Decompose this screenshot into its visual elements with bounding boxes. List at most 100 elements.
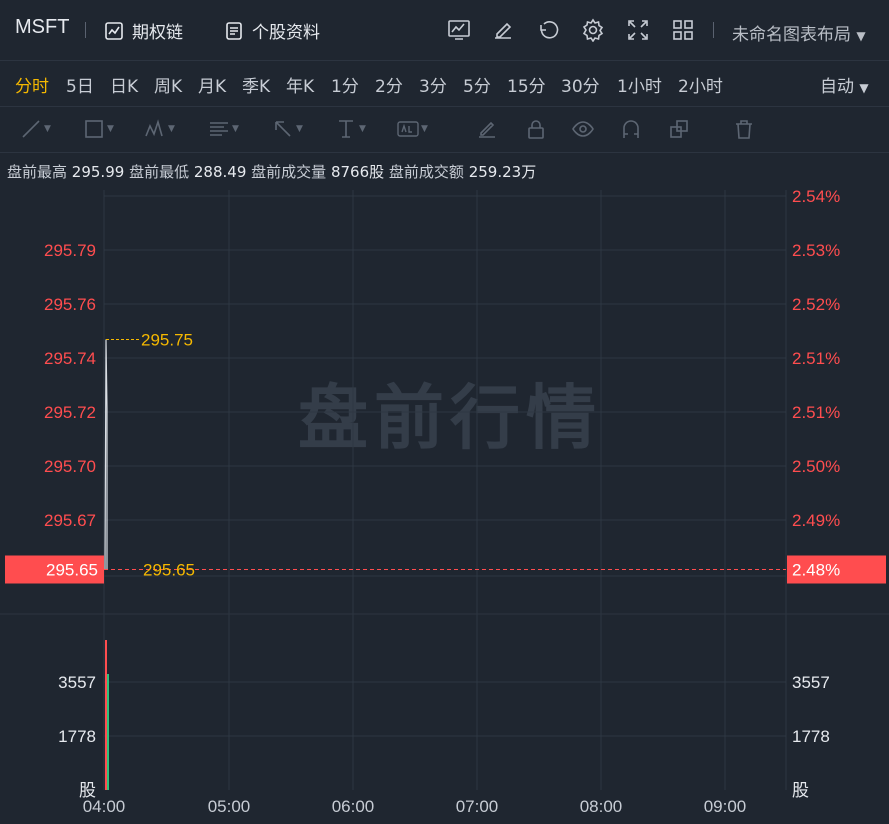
delete-tool[interactable] [733,117,755,141]
period-tab-intraday[interactable]: 分时 [15,72,49,97]
chart-indicator-icon[interactable] [447,18,471,42]
period-tab-5d[interactable]: 5日 [66,72,94,97]
caret-down-icon: ▼ [232,124,239,134]
divider [713,22,714,38]
premarket-volume-value: 8766股 [330,163,385,181]
caret-down-icon: ▼ [856,29,866,43]
volume-bar [107,674,109,790]
caret-down-icon: ▼ [359,124,366,134]
period-tab-2m[interactable]: 2分 [375,72,403,97]
percent-tick-label: 2.54% [792,187,840,206]
current-percent-value: 2.48% [792,561,840,580]
lock-tool[interactable] [525,117,547,141]
price-line [104,339,108,570]
period-tab-month[interactable]: 月K [198,72,226,97]
fibonacci-tool[interactable]: ▼ [208,117,239,141]
volume-tick-label-right: 3557 [792,673,830,692]
drawing-toolbar: ▼ ▼ ▼ ▼ ▼ ▼ ▼ [0,107,889,153]
arrow-tool[interactable]: ▼ [272,117,303,141]
settings-icon[interactable] [581,18,605,42]
measure-tool[interactable]: ▼ [335,117,366,141]
premarket-amount-value: 259.23万 [468,163,537,181]
text-tool[interactable]: ▼ [397,117,428,141]
period-tab-3m[interactable]: 3分 [419,72,447,97]
caret-down-icon: ▼ [421,124,428,134]
chart-layout-label: 未命名图表布局 [732,25,851,45]
auto-scale-select[interactable]: 自动 ▼ [820,72,869,97]
visibility-tool[interactable] [572,117,594,141]
rectangle-tool[interactable]: ▼ [83,117,114,141]
rectangle-icon [85,120,103,138]
trend-line-tool[interactable]: ▼ [20,117,51,141]
volume-tick-label: 1778 [58,727,96,746]
edit-icon[interactable] [491,18,515,42]
wave-icon [145,119,163,137]
stock-profile-button[interactable]: 个股资料 [224,18,320,43]
document-icon [226,21,242,40]
price-tick-label: 295.76 [44,295,96,314]
period-tab-30m[interactable]: 30分 [561,72,600,97]
trash-icon [736,120,752,139]
eye-icon [572,121,594,137]
price-tick-label: 295.67 [44,511,96,530]
period-tab-2h[interactable]: 2小时 [678,72,723,97]
time-tick-label: 05:00 [208,797,251,816]
time-tick-label: 06:00 [332,797,375,816]
premarket-low-value: 288.49 [193,163,247,181]
period-tab-year[interactable]: 年K [286,72,314,97]
volume-tick-label: 3557 [58,673,96,692]
arrow-icon [275,121,291,137]
wave-tool[interactable]: ▼ [144,117,175,141]
auto-scale-label: 自动 [820,77,854,97]
stock-profile-label: 个股资料 [252,23,320,43]
percent-tick-label: 2.50% [792,457,840,476]
intraday-chart[interactable]: 295.79 295.76 295.74 295.72 295.70 295.67 2.54… [0,186,889,824]
option-chain-icon [105,21,123,40]
period-tab-5m[interactable]: 5分 [463,72,491,97]
percent-tick-label: 2.49% [792,511,840,530]
option-chain-button[interactable]: 期权链 [104,18,183,43]
period-tab-15m[interactable]: 15分 [507,72,546,97]
lock-icon [528,120,544,139]
magnet-tool[interactable] [620,117,642,141]
period-bar: 分时 5日 日K 周K 月K 季K 年K 1分 2分 3分 5分 15分 30分… [0,60,889,107]
magnet-icon [623,120,639,138]
time-tick-label: 07:00 [456,797,499,816]
period-tab-week[interactable]: 周K [154,72,182,97]
min-price-marker: 295.65 [143,561,195,580]
divider [85,22,86,38]
period-tab-1h[interactable]: 1小时 [617,72,662,97]
fibonacci-icon [210,122,228,136]
period-tab-day[interactable]: 日K [110,72,138,97]
stock-symbol[interactable]: MSFT [15,16,69,39]
option-chain-label: 期权链 [132,23,183,43]
premarket-high-value: 295.99 [71,163,125,181]
caret-down-icon: ▼ [168,124,175,134]
price-tick-label: 295.74 [44,349,96,368]
premarket-info-bar: 盘前最高 295.99 盘前最低 288.49 盘前成交量 8766股 盘前成交… [7,161,536,182]
premarket-high-label: 盘前最高 [7,163,68,181]
chart-layout-select[interactable]: 未命名图表布局 ▼ [732,20,866,45]
premarket-low-label: 盘前最低 [129,163,190,181]
text-box-icon [397,121,419,137]
caret-down-icon: ▼ [44,124,51,134]
premarket-amount-label: 盘前成交额 [388,163,464,181]
copy-icon [670,120,688,138]
caret-down-icon: ▼ [859,81,869,95]
volume-tick-label-right: 1778 [792,727,830,746]
brush-tool[interactable] [476,117,498,141]
fullscreen-icon[interactable] [626,18,650,42]
undo-icon[interactable] [536,18,560,42]
time-tick-label: 08:00 [580,797,623,816]
clone-tool[interactable] [668,117,690,141]
percent-tick-label: 2.53% [792,241,840,260]
period-tab-1m[interactable]: 1分 [331,72,359,97]
volume-unit-label-right: 股 [792,781,809,800]
caret-down-icon: ▼ [296,124,303,134]
trend-line-icon [22,120,40,138]
premarket-volume-label: 盘前成交量 [251,163,327,181]
grid-layout-icon[interactable] [671,18,695,42]
period-tab-quarter[interactable]: 季K [242,72,270,97]
measure-icon [339,120,353,138]
current-price-value: 295.65 [46,561,98,580]
